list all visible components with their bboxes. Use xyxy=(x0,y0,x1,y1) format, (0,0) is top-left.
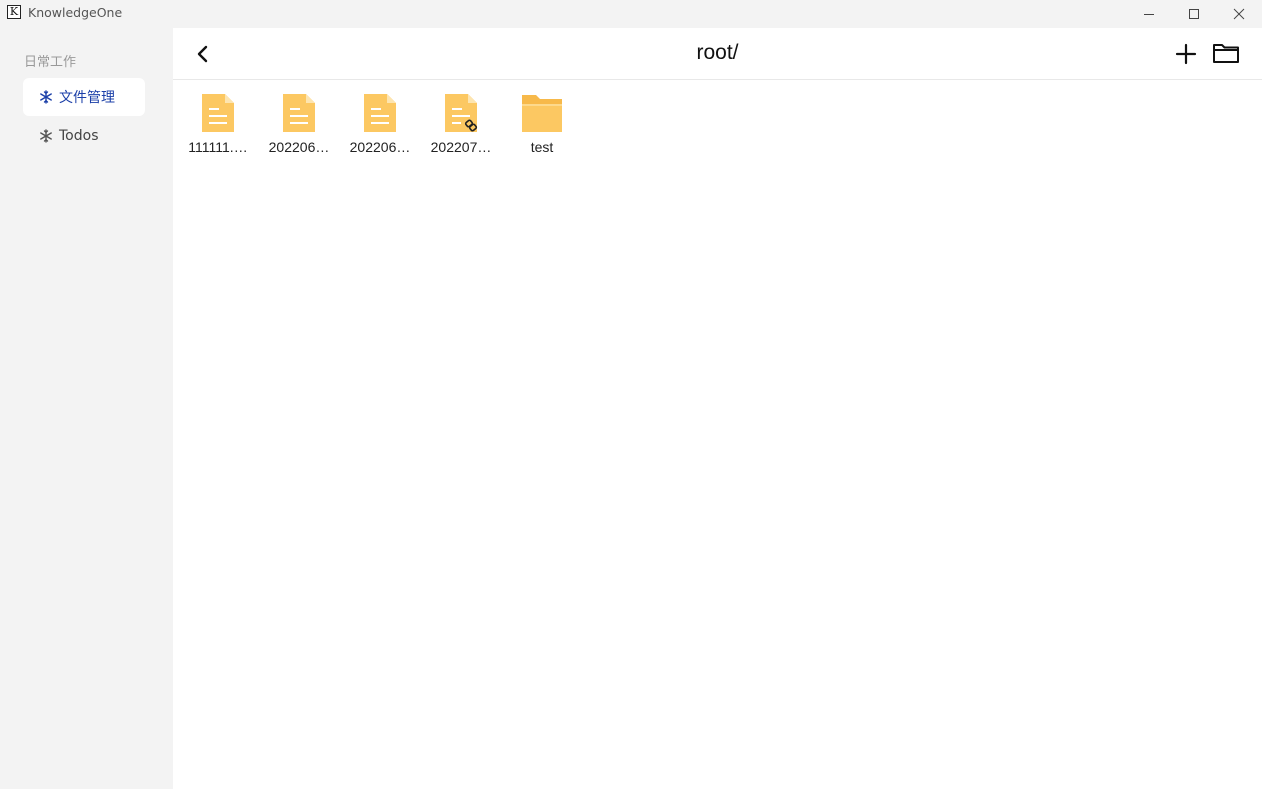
folder-item[interactable]: test xyxy=(503,90,581,160)
new-folder-button[interactable] xyxy=(1212,41,1240,65)
maximize-icon xyxy=(1189,9,1199,19)
plus-icon xyxy=(1175,43,1197,65)
window-title: KnowledgeOne xyxy=(28,5,123,20)
folder-icon xyxy=(522,95,562,132)
folder-name: test xyxy=(530,139,554,155)
maximize-button[interactable] xyxy=(1171,0,1217,28)
snowflake-icon xyxy=(39,90,53,104)
document-icon xyxy=(364,94,396,132)
file-item[interactable]: 202206… xyxy=(260,90,338,160)
header-bar: root/ xyxy=(173,28,1262,80)
sidebar-item-todos[interactable]: Todos xyxy=(23,117,145,155)
file-name: 111111.… xyxy=(188,139,248,155)
file-name: 202206… xyxy=(268,139,330,155)
file-name: 202207… xyxy=(430,139,492,155)
file-item[interactable]: 202207… xyxy=(422,90,500,160)
document-icon xyxy=(202,94,234,132)
sidebar-item-label: 文件管理 xyxy=(59,90,115,106)
sidebar-item-label: Todos xyxy=(59,128,99,144)
title-bar: K KnowledgeOne xyxy=(0,0,1262,28)
linked-document-icon xyxy=(445,94,478,132)
file-item[interactable]: 111111.… xyxy=(179,90,257,160)
sidebar: 日常工作 文件管理 Todos xyxy=(0,28,173,789)
close-button[interactable] xyxy=(1216,0,1262,28)
sidebar-group-title: 日常工作 xyxy=(24,55,77,70)
close-icon xyxy=(1233,8,1245,20)
main-panel: root/ 111111.… 202206… 202206… 202207… t… xyxy=(173,28,1262,789)
folder-icon xyxy=(1213,44,1239,63)
file-name: 202206… xyxy=(349,139,411,155)
path-title: root/ xyxy=(696,41,739,64)
app-logo: K xyxy=(7,5,21,19)
snowflake-icon xyxy=(39,129,53,143)
minimize-icon xyxy=(1144,14,1154,15)
sidebar-item-files[interactable]: 文件管理 xyxy=(23,78,145,116)
add-file-button[interactable] xyxy=(1174,42,1198,66)
file-item[interactable]: 202206… xyxy=(341,90,419,160)
document-icon xyxy=(283,94,315,132)
minimize-button[interactable] xyxy=(1126,0,1172,28)
